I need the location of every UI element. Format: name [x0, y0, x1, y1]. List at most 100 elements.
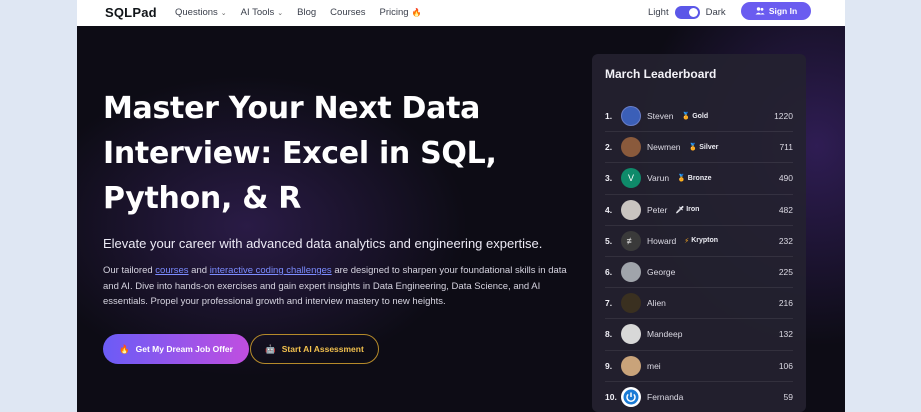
- user-name: George: [647, 267, 676, 278]
- nav-pricing-label: Pricing: [379, 7, 409, 18]
- user-name: Howard: [647, 235, 677, 246]
- score: 711: [779, 142, 793, 153]
- badge-label: Bronze: [687, 174, 712, 182]
- leaderboard-row[interactable]: 3. V Varun 🏅 Bronze 490: [605, 163, 793, 195]
- leaderboard-row[interactable]: 6. George 225: [605, 257, 793, 289]
- leaderboard-row[interactable]: 1. Steven 🏅 Gold 1220: [605, 101, 793, 133]
- avatar: [621, 293, 641, 314]
- rank-number: 6.: [605, 267, 613, 278]
- lightning-icon: ⚡: [684, 237, 690, 245]
- nav-courses[interactable]: Courses: [330, 7, 365, 18]
- chevron-down-icon: ⌄: [220, 9, 227, 17]
- user-name: Newmen: [647, 142, 681, 153]
- badge-label: Krypton: [691, 237, 719, 245]
- medal-icon: 🏅: [681, 113, 691, 121]
- sign-in-label: Sign In: [768, 6, 798, 16]
- user-name: Steven: [647, 111, 674, 122]
- user-name: Varun: [647, 173, 670, 184]
- courses-link[interactable]: courses: [155, 265, 188, 276]
- dream-job-label: Get My Dream Job Offer: [135, 344, 233, 354]
- nav-blog-label: Blog: [297, 7, 317, 18]
- avatar: [621, 324, 641, 345]
- avatar: ≢: [621, 230, 641, 251]
- rank-number: 7.: [605, 298, 613, 309]
- rank-number: 1.: [605, 111, 613, 122]
- badge-gold: 🏅 Gold: [681, 112, 709, 121]
- nav-courses-label: Courses: [330, 7, 366, 18]
- score: 106: [778, 360, 793, 371]
- theme-light-label: Light: [648, 7, 669, 18]
- user-name: Peter: [647, 204, 668, 215]
- score: 59: [783, 392, 793, 403]
- avatar: [621, 262, 641, 283]
- score: 1220: [774, 111, 793, 122]
- badge-label: Gold: [692, 112, 709, 120]
- hero-description: Our tailored courses and interactive cod…: [103, 263, 583, 310]
- user-name: Alien: [647, 298, 666, 309]
- brand-logo[interactable]: SQLPad: [105, 5, 157, 20]
- score: 490: [778, 173, 793, 184]
- ai-assessment-button[interactable]: 🤖 Start AI Assessment: [250, 334, 379, 364]
- rank-number: 9.: [605, 360, 613, 371]
- nav-ai-tools[interactable]: AI Tools ⌄: [241, 7, 284, 18]
- badge-krypton: ⚡ Krypton: [684, 237, 718, 245]
- leaderboard-row[interactable]: 8. Mandeep 132: [605, 319, 793, 351]
- score: 216: [778, 298, 793, 309]
- nav-pricing[interactable]: Pricing 🔥: [380, 7, 422, 18]
- user-name: mei: [647, 360, 661, 371]
- desc-text-2: and: [188, 265, 210, 276]
- page-frame: SQLPad Questions ⌄ AI Tools ⌄ Blog Cours…: [77, 0, 845, 412]
- score: 232: [778, 235, 793, 246]
- nav-blog[interactable]: Blog: [297, 7, 316, 18]
- sword-icon: 🗡: [675, 206, 685, 214]
- leaderboard-list: 1. Steven 🏅 Gold 1220 2. Newmen 🏅 Silver 7…: [605, 101, 793, 412]
- rank-number: 3.: [605, 173, 613, 184]
- coding-challenges-link[interactable]: interactive coding challenges: [210, 265, 332, 276]
- hero-title: Master Your Next Data Interview: Excel i…: [103, 91, 497, 216]
- theme-dark-label: Dark: [705, 7, 726, 18]
- nav-ai-tools-label: AI Tools: [240, 7, 275, 18]
- toggle-knob: [688, 8, 698, 17]
- rank-number: 10.: [605, 392, 617, 403]
- leaderboard-card: March Leaderboard 1. Steven 🏅 Gold 1220 2…: [592, 54, 806, 412]
- leaderboard-row[interactable]: 9. mei 106: [605, 351, 793, 382]
- avatar: [621, 355, 641, 376]
- score: 132: [778, 329, 793, 340]
- dream-job-button[interactable]: 🔥 Get My Dream Job Offer: [103, 334, 249, 364]
- leaderboard-row[interactable]: 4. Peter 🗡 Iron 482: [605, 195, 793, 226]
- rank-number: 8.: [605, 329, 613, 340]
- robot-icon: 🤖: [265, 343, 276, 354]
- leaderboard-row[interactable]: 2. Newmen 🏅 Silver 711: [605, 132, 793, 164]
- users-icon: [755, 7, 765, 15]
- sign-in-button[interactable]: Sign In: [741, 2, 811, 20]
- ai-assessment-label: Start AI Assessment: [281, 344, 364, 354]
- avatar: [621, 199, 641, 220]
- rank-number: 2.: [605, 142, 613, 153]
- leaderboard-title: March Leaderboard: [605, 67, 717, 81]
- badge-silver: 🏅 Silver: [688, 143, 719, 152]
- power-icon: [623, 389, 639, 405]
- avatar: [621, 387, 641, 408]
- nav-links: Questions ⌄ AI Tools ⌄ Blog Courses Pric…: [175, 7, 422, 18]
- user-name: Mandeep: [647, 329, 683, 340]
- medal-icon: 🏅: [688, 144, 698, 152]
- score: 225: [778, 267, 793, 278]
- theme-toggle[interactable]: [674, 6, 700, 19]
- desc-text-1: Our tailored: [103, 265, 156, 276]
- nav-questions[interactable]: Questions ⌄: [175, 7, 227, 18]
- user-name: Fernanda: [647, 392, 684, 403]
- badge-bronze: 🏅 Bronze: [677, 174, 712, 183]
- nav-questions-label: Questions: [175, 7, 218, 18]
- rank-number: 4.: [605, 204, 613, 215]
- leaderboard-row[interactable]: 5. ≢ Howard ⚡ Krypton 232: [605, 226, 793, 257]
- score: 482: [778, 204, 793, 215]
- badge-label: Silver: [699, 143, 719, 151]
- avatar: [621, 106, 641, 127]
- avatar: [621, 137, 641, 158]
- badge-label: Iron: [686, 206, 700, 214]
- avatar: V: [621, 168, 641, 189]
- leaderboard-row[interactable]: 10. Fernanda 59: [605, 382, 793, 412]
- leaderboard-row[interactable]: 7. Alien 216: [605, 288, 793, 320]
- fire-icon: 🔥: [411, 8, 422, 17]
- rank-number: 5.: [605, 235, 613, 246]
